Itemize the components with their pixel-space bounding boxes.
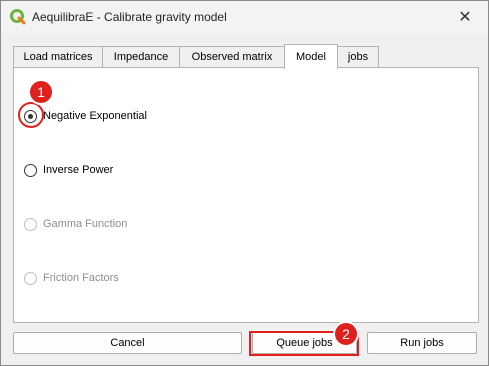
window-title: AequilibraE - Calibrate gravity model <box>32 10 227 24</box>
radio-label: Inverse Power <box>43 164 114 176</box>
close-icon: ✕ <box>458 9 472 26</box>
tab-observed-matrix[interactable]: Observed matrix <box>179 46 285 67</box>
cancel-button[interactable]: Cancel <box>13 332 242 354</box>
radio-label: Friction Factors <box>43 272 119 284</box>
close-button[interactable]: ✕ <box>442 1 488 33</box>
qgis-logo-icon <box>10 9 26 25</box>
step-1-callout: 1 <box>28 79 54 105</box>
radio-button <box>24 217 37 231</box>
radio-friction-factors: Friction Factors <box>24 270 119 286</box>
dialog-window: AequilibraE - Calibrate gravity model ✕ … <box>0 0 489 366</box>
radio-gamma-function: Gamma Function <box>24 216 127 232</box>
radio-button <box>24 271 37 285</box>
title-bar: AequilibraE - Calibrate gravity model ✕ <box>1 1 488 33</box>
tab-model[interactable]: Model <box>284 44 338 69</box>
tab-impedance[interactable]: Impedance <box>102 46 180 67</box>
radio-label: Negative Exponential <box>43 110 147 122</box>
tab-load-matrices[interactable]: Load matrices <box>13 46 103 67</box>
model-panel: Negative Exponential Inverse Power Gamma… <box>13 67 479 323</box>
radio-button[interactable] <box>24 163 37 177</box>
radio-inverse-power[interactable]: Inverse Power <box>24 162 113 178</box>
highlight-ring <box>18 102 44 128</box>
step-2-callout: 2 <box>333 321 359 347</box>
radio-label: Gamma Function <box>43 218 128 230</box>
run-jobs-button[interactable]: Run jobs <box>367 332 477 354</box>
tab-jobs[interactable]: jobs <box>337 46 379 67</box>
